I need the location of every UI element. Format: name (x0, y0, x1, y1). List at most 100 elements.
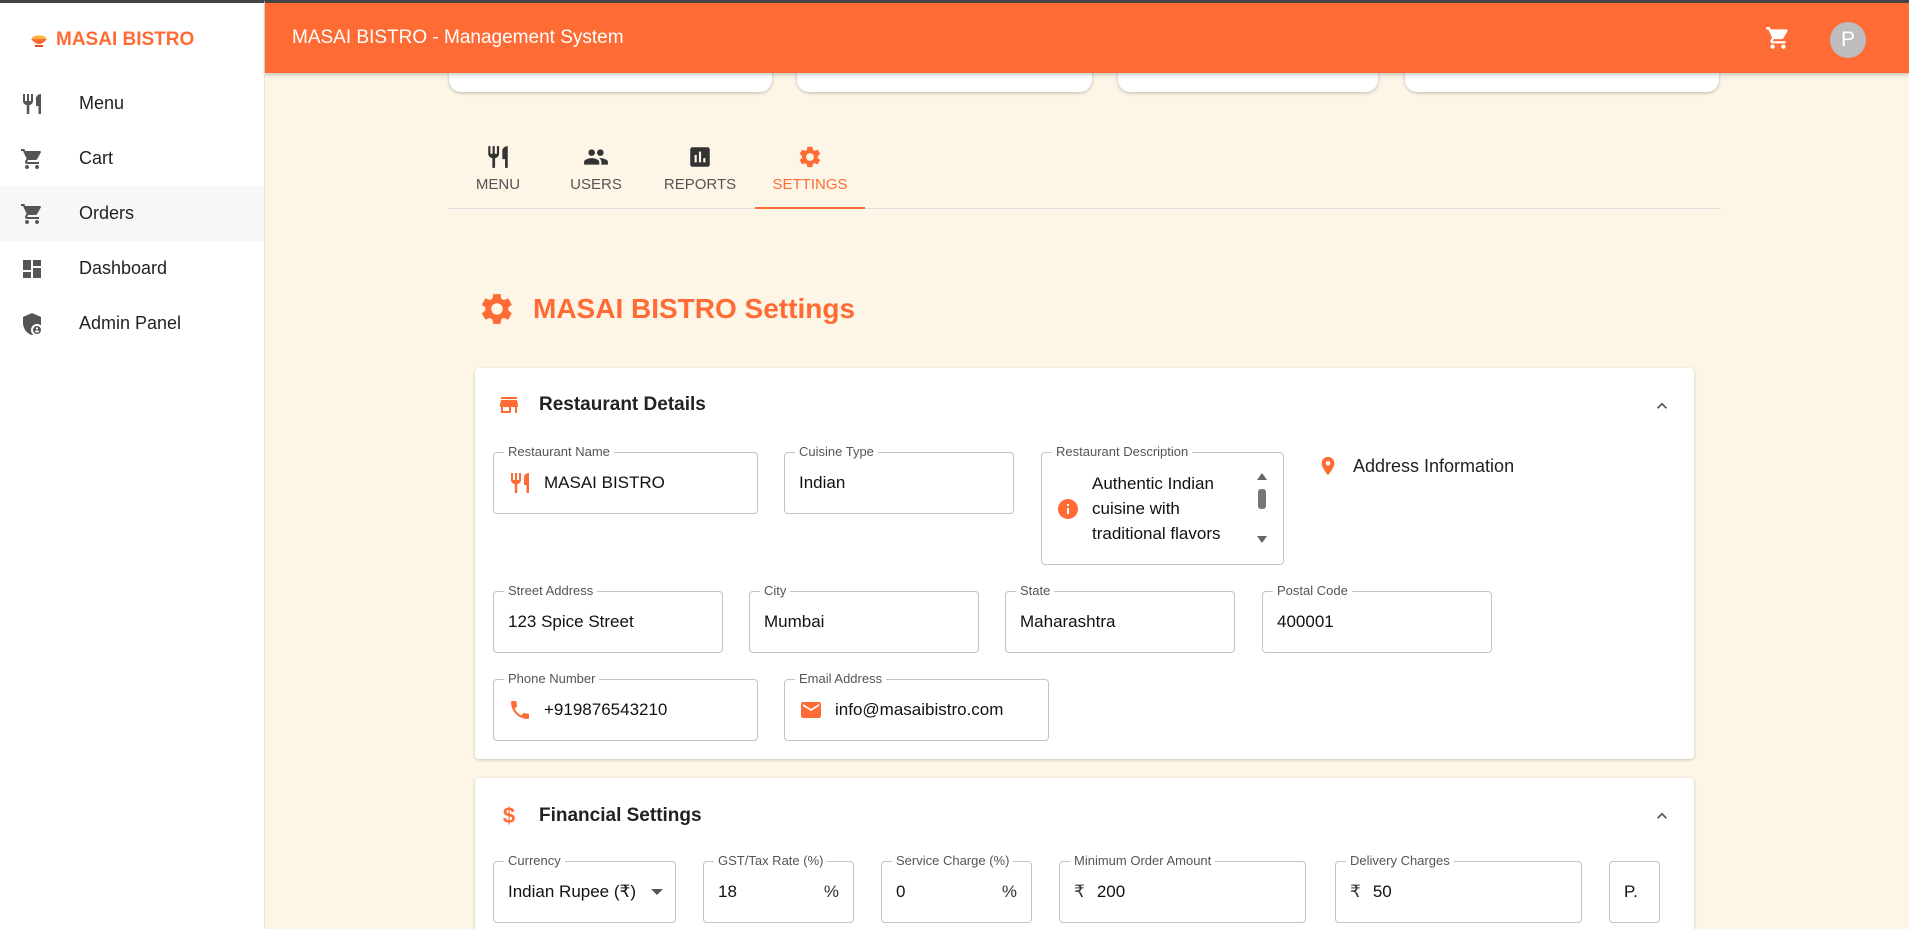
field-value: 123 Spice Street (508, 612, 634, 631)
sidebar-item-admin-panel[interactable]: Admin Panel (0, 296, 264, 351)
cart-icon (1766, 27, 1788, 49)
phone-icon (508, 698, 532, 722)
truncated-field[interactable]: P. (1609, 861, 1660, 923)
field-label: State (1016, 583, 1055, 599)
tab-reports[interactable]: REPORTS (645, 135, 755, 208)
percent-suffix: % (1001, 882, 1017, 901)
currency-select[interactable]: Currency Indian Rupee (₹) (493, 853, 676, 923)
admin-shield-icon (20, 312, 44, 336)
user-avatar[interactable]: P (1830, 22, 1866, 58)
sidebar-item-label: Dashboard (79, 258, 168, 278)
textarea-scrollbar[interactable] (1257, 473, 1267, 543)
restaurant-description-field[interactable]: Restaurant Description Authentic Indian … (1041, 444, 1284, 565)
minimum-order-field[interactable]: Minimum Order Amount ₹ 200 (1059, 853, 1306, 923)
scroll-down-arrow[interactable] (1257, 536, 1267, 543)
store-icon (500, 397, 518, 413)
percent-suffix: % (823, 882, 839, 901)
bowl-icon (31, 35, 47, 47)
financial-settings-panel: $ Financial Settings Currency Indian Rup… (475, 778, 1694, 929)
tab-users[interactable]: USERS (547, 135, 645, 208)
email-icon (799, 698, 823, 722)
field-value: 200 (1096, 882, 1126, 901)
field-value: info@masaibistro.com (835, 700, 1004, 719)
field-value: +919876543210 (544, 700, 668, 719)
restaurant-details-panel: Restaurant Details Restaurant Name MASAI… (475, 368, 1694, 759)
field-label: Currency (504, 853, 565, 869)
cart-icon (20, 147, 44, 171)
rupee-prefix: ₹ (1350, 882, 1361, 901)
field-label: Street Address (504, 583, 598, 599)
restaurant-name-field[interactable]: Restaurant Name MASAI BISTRO (493, 444, 758, 514)
gst-rate-field[interactable]: GST/Tax Rate (%) 18 % (703, 853, 854, 923)
users-icon (584, 149, 608, 165)
sidebar-item-menu[interactable]: Menu (0, 76, 264, 131)
restaurant-icon (508, 471, 532, 495)
info-icon (1056, 497, 1080, 521)
panel-header[interactable]: Restaurant Details (497, 393, 706, 417)
tab-menu[interactable]: MENU (449, 135, 547, 208)
field-value: Indian (799, 473, 846, 492)
postal-code-field[interactable]: Postal Code 400001 (1262, 583, 1492, 653)
email-address-field[interactable]: Email Address info@masaibistro.com (784, 671, 1049, 741)
delivery-charges-field[interactable]: Delivery Charges ₹ 50 (1335, 853, 1582, 923)
scroll-up-arrow[interactable] (1257, 473, 1267, 480)
reports-icon (690, 147, 710, 167)
field-value: Mumbai (764, 612, 825, 631)
restaurant-icon (488, 146, 508, 168)
cuisine-type-field[interactable]: Cuisine Type Indian (784, 444, 1014, 514)
chevron-up-icon (1657, 402, 1667, 409)
dashboard-icon (20, 257, 44, 281)
dollar-icon: $ (502, 803, 516, 828)
state-field[interactable]: State Maharashtra (1005, 583, 1235, 653)
collapse-button[interactable] (1652, 806, 1672, 826)
field-label: Minimum Order Amount (1070, 853, 1216, 869)
sidebar-item-label: Orders (79, 203, 135, 223)
field-value: MASAI BISTRO (544, 473, 665, 492)
tab-label: USERS (570, 176, 622, 193)
field-value: Authentic Indian cuisine with traditiona… (1092, 474, 1221, 543)
city-field[interactable]: City Mumbai (749, 583, 979, 653)
restaurant-icon (20, 92, 44, 116)
tab-label: SETTINGS (772, 176, 848, 193)
gear-icon (482, 294, 512, 324)
tab-label: MENU (475, 176, 521, 193)
phone-number-field[interactable]: Phone Number +919876543210 (493, 671, 758, 741)
page-title: MASAI BISTRO Settings (533, 293, 856, 324)
field-label: Phone Number (504, 671, 600, 687)
gear-icon (799, 146, 821, 168)
sidebar: MASAI BISTRO Menu Cart Orders Dashboard … (0, 0, 265, 929)
brand-logo[interactable]: MASAI BISTRO (0, 3, 264, 76)
rupee-prefix: ₹ (1074, 882, 1085, 901)
street-address-field[interactable]: Street Address 123 Spice Street (493, 583, 723, 653)
cart-icon (20, 202, 44, 226)
sidebar-item-label: Cart (79, 148, 114, 168)
field-label: GST/Tax Rate (%) (714, 853, 828, 869)
field-label: City (760, 583, 791, 599)
location-pin-icon (1321, 456, 1335, 476)
sidebar-item-orders[interactable]: Orders (0, 186, 264, 241)
service-charge-field[interactable]: Service Charge (%) 0 % (881, 853, 1032, 923)
address-information-heading: Address Information (1317, 455, 1514, 477)
field-value: 0 (896, 882, 906, 901)
tab-settings[interactable]: SETTINGS (755, 135, 865, 209)
chevron-up-icon (1657, 812, 1667, 819)
header-title: MASAI BISTRO - Management System (292, 27, 624, 48)
sidebar-item-dashboard[interactable]: Dashboard (0, 241, 264, 296)
panel-header[interactable]: $ Financial Settings (497, 803, 702, 829)
settings-title: MASAI BISTRO Settings (478, 290, 855, 328)
admin-tabs: MENU USERS REPORTS SETTINGS (449, 135, 1721, 209)
brand-name: MASAI BISTRO (56, 28, 195, 50)
field-label: Restaurant Name (504, 444, 614, 460)
sidebar-item-cart[interactable]: Cart (0, 131, 264, 186)
field-value: 400001 (1277, 612, 1334, 631)
field-value: Indian Rupee (₹) (508, 882, 636, 901)
sidebar-item-label: Admin Panel (79, 313, 182, 333)
field-label: Postal Code (1273, 583, 1352, 599)
collapse-button[interactable] (1652, 396, 1672, 416)
field-value: P. (1624, 882, 1638, 901)
scroll-thumb[interactable] (1258, 489, 1266, 509)
field-value: 18 (718, 882, 737, 901)
app-header: MASAI BISTRO - Management System P (265, 0, 1909, 73)
panel-title: Restaurant Details (539, 394, 706, 415)
header-cart-button[interactable] (1765, 25, 1791, 51)
